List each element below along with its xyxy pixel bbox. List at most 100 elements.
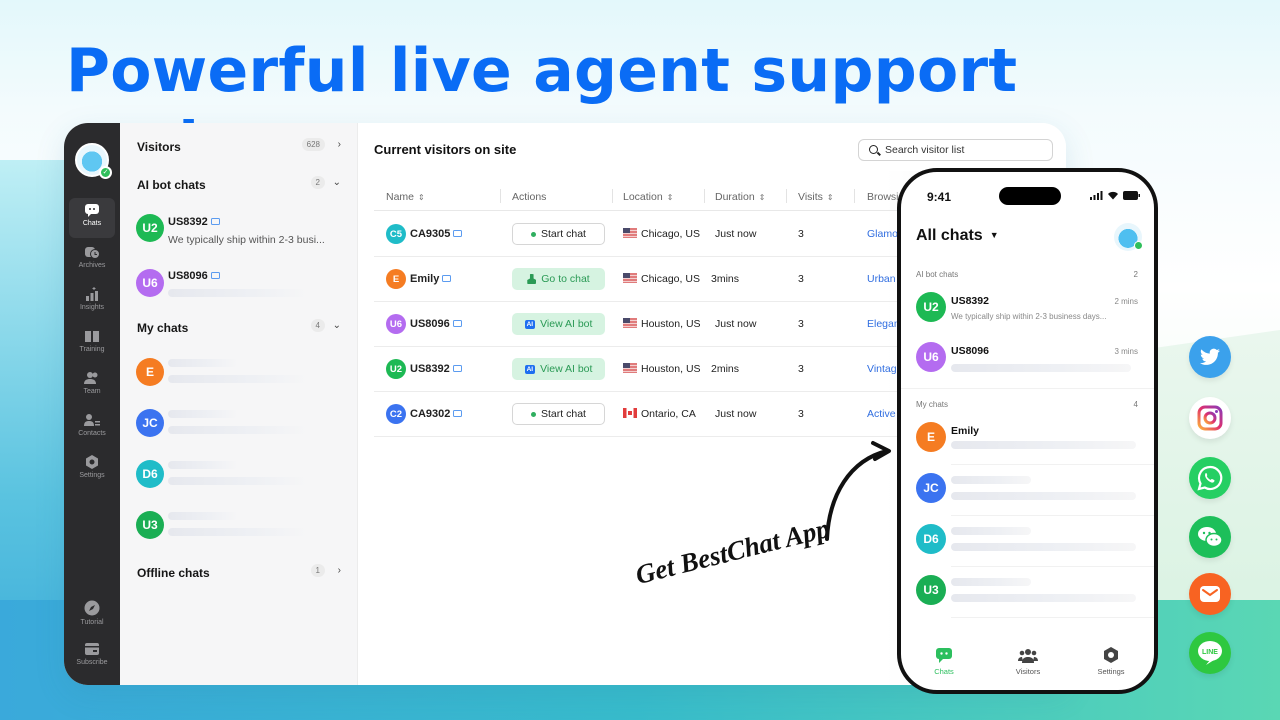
phone-title-dropdown[interactable]: All chats ▼ xyxy=(916,227,999,245)
visitor-name[interactable]: CA9305 xyxy=(410,228,463,240)
loading-placeholder xyxy=(168,512,238,520)
brand-avatar[interactable] xyxy=(1114,223,1143,251)
sort-icon: ⇕ xyxy=(418,193,425,202)
nav-rail: ✓ Chats Archives Insights Training Team … xyxy=(64,123,120,685)
loading-placeholder xyxy=(951,364,1131,372)
chat-name: US8392 xyxy=(168,216,220,228)
rail-item-chats[interactable]: Chats xyxy=(69,198,115,238)
view-ai-bot-button[interactable]: AI View AI bot xyxy=(512,313,605,335)
loading-placeholder xyxy=(168,289,308,297)
sort-icon: ⇕ xyxy=(826,193,834,202)
visitor-name[interactable]: Emily xyxy=(410,273,452,285)
chevron-down-icon: ⌄ xyxy=(332,177,341,188)
loading-placeholder xyxy=(951,543,1136,551)
rail-item-settings[interactable]: Settings xyxy=(69,450,115,490)
loading-placeholder xyxy=(168,461,238,469)
tab-visitors[interactable]: Visitors xyxy=(998,648,1058,676)
whatsapp-button[interactable] xyxy=(1189,457,1231,499)
tab-settings[interactable]: Settings xyxy=(1081,647,1141,676)
rail-label: Team xyxy=(83,388,101,395)
chat-preview: We typically ship within 2-3 busi... xyxy=(168,234,325,246)
chat-list-panel: Visitors 628 › AI bot chats 2 ⌄ U2 US839… xyxy=(120,123,358,685)
loading-placeholder xyxy=(951,594,1136,602)
visitor-name[interactable]: CA9302 xyxy=(410,408,463,420)
desktop-icon xyxy=(453,230,463,237)
search-input[interactable]: Search visitor list xyxy=(858,139,1053,161)
visit-count: 3 xyxy=(798,273,804,285)
ai-bot-count-badge: 2 xyxy=(310,176,325,189)
rail-item-training[interactable]: Training xyxy=(69,324,115,364)
visitor-name[interactable]: US8392 xyxy=(410,363,462,375)
visit-duration: 3mins xyxy=(711,273,740,285)
visitor-name[interactable]: US8096 xyxy=(410,318,462,330)
avatar: U6 xyxy=(136,269,164,297)
visitor-location: Chicago, US xyxy=(623,228,700,240)
chat-name: US8392 xyxy=(951,295,989,307)
brand-avatar[interactable]: ✓ xyxy=(75,143,112,179)
email-icon xyxy=(1200,586,1220,602)
offline-section-header[interactable]: Offline chats 1 › xyxy=(137,564,341,580)
archive-clock-icon xyxy=(85,247,100,259)
us-flag-icon xyxy=(623,318,637,328)
column-duration[interactable]: Duration ⇕ xyxy=(715,191,765,203)
offline-count-badge: 1 xyxy=(310,564,325,577)
rail-label: Chats xyxy=(82,220,102,227)
column-visits[interactable]: Visits ⇕ xyxy=(798,191,834,203)
visit-duration: 2mins xyxy=(711,363,740,375)
rail-item-team[interactable]: Team xyxy=(69,366,115,406)
chat-bubble-icon xyxy=(85,204,99,217)
visitors-icon xyxy=(1018,649,1038,663)
chevron-right-icon: › xyxy=(337,565,341,576)
divider xyxy=(951,515,1154,516)
column-name[interactable]: Name ⇕ xyxy=(386,191,425,203)
online-dot-icon xyxy=(531,231,537,237)
go-to-chat-button[interactable]: Go to chat xyxy=(512,268,605,290)
compass-icon xyxy=(84,600,100,616)
divider xyxy=(951,464,1154,465)
sort-icon: ⇕ xyxy=(758,193,766,202)
rail-item-archives[interactable]: Archives xyxy=(69,240,115,280)
rail-item-tutorial[interactable]: Tutorial xyxy=(69,595,115,635)
email-button[interactable] xyxy=(1189,573,1231,615)
team-icon xyxy=(84,372,98,384)
rail-item-subscribe[interactable]: Subscribe xyxy=(69,637,115,677)
ai-badge-icon: AI xyxy=(524,364,536,374)
rail-label: Subscribe xyxy=(76,659,108,666)
page-title: Current visitors on site xyxy=(374,142,517,157)
section-title: AI bot chats xyxy=(137,178,206,192)
rail-item-contacts[interactable]: Contacts xyxy=(69,408,115,448)
us-flag-icon xyxy=(623,228,637,238)
view-ai-bot-button[interactable]: AI View AI bot xyxy=(512,358,605,380)
loading-placeholder xyxy=(951,476,1031,484)
start-chat-button[interactable]: Start chat xyxy=(512,403,605,425)
chat-name: US8096 xyxy=(168,270,220,282)
rail-label: Insights xyxy=(79,304,105,311)
my-chats-section-header[interactable]: My chats 4 ⌄ xyxy=(137,319,341,335)
start-chat-button[interactable]: Start chat xyxy=(512,223,605,245)
avatar: JC xyxy=(916,473,946,503)
visitor-location: Houston, US xyxy=(623,318,701,330)
line-icon: LINE xyxy=(1198,641,1222,665)
visitors-section-header[interactable]: Visitors 628 › xyxy=(137,138,341,154)
rail-label: Tutorial xyxy=(80,619,104,626)
chevron-right-icon: › xyxy=(337,139,341,150)
visit-duration: Just now xyxy=(715,318,757,330)
rail-item-insights[interactable]: Insights xyxy=(69,282,115,322)
line-button[interactable]: LINE xyxy=(1189,632,1231,674)
avatar: C2 xyxy=(386,404,406,424)
visit-count: 3 xyxy=(798,318,804,330)
avatar: U6 xyxy=(386,314,406,334)
instagram-button[interactable] xyxy=(1189,397,1231,439)
section-title: Offline chats xyxy=(137,566,210,580)
twitter-button[interactable] xyxy=(1189,336,1231,378)
wechat-button[interactable] xyxy=(1189,516,1231,558)
column-location[interactable]: Location ⇕ xyxy=(623,191,673,203)
tab-chats[interactable]: Chats xyxy=(914,648,974,676)
rail-label: Archives xyxy=(78,262,106,269)
ai-bot-section-header[interactable]: AI bot chats 2 ⌄ xyxy=(137,176,341,192)
contacts-icon xyxy=(84,414,100,426)
avatar: U2 xyxy=(136,214,164,242)
twitter-icon xyxy=(1200,348,1220,365)
online-dot-icon xyxy=(531,411,537,417)
status-icons xyxy=(1090,191,1140,200)
